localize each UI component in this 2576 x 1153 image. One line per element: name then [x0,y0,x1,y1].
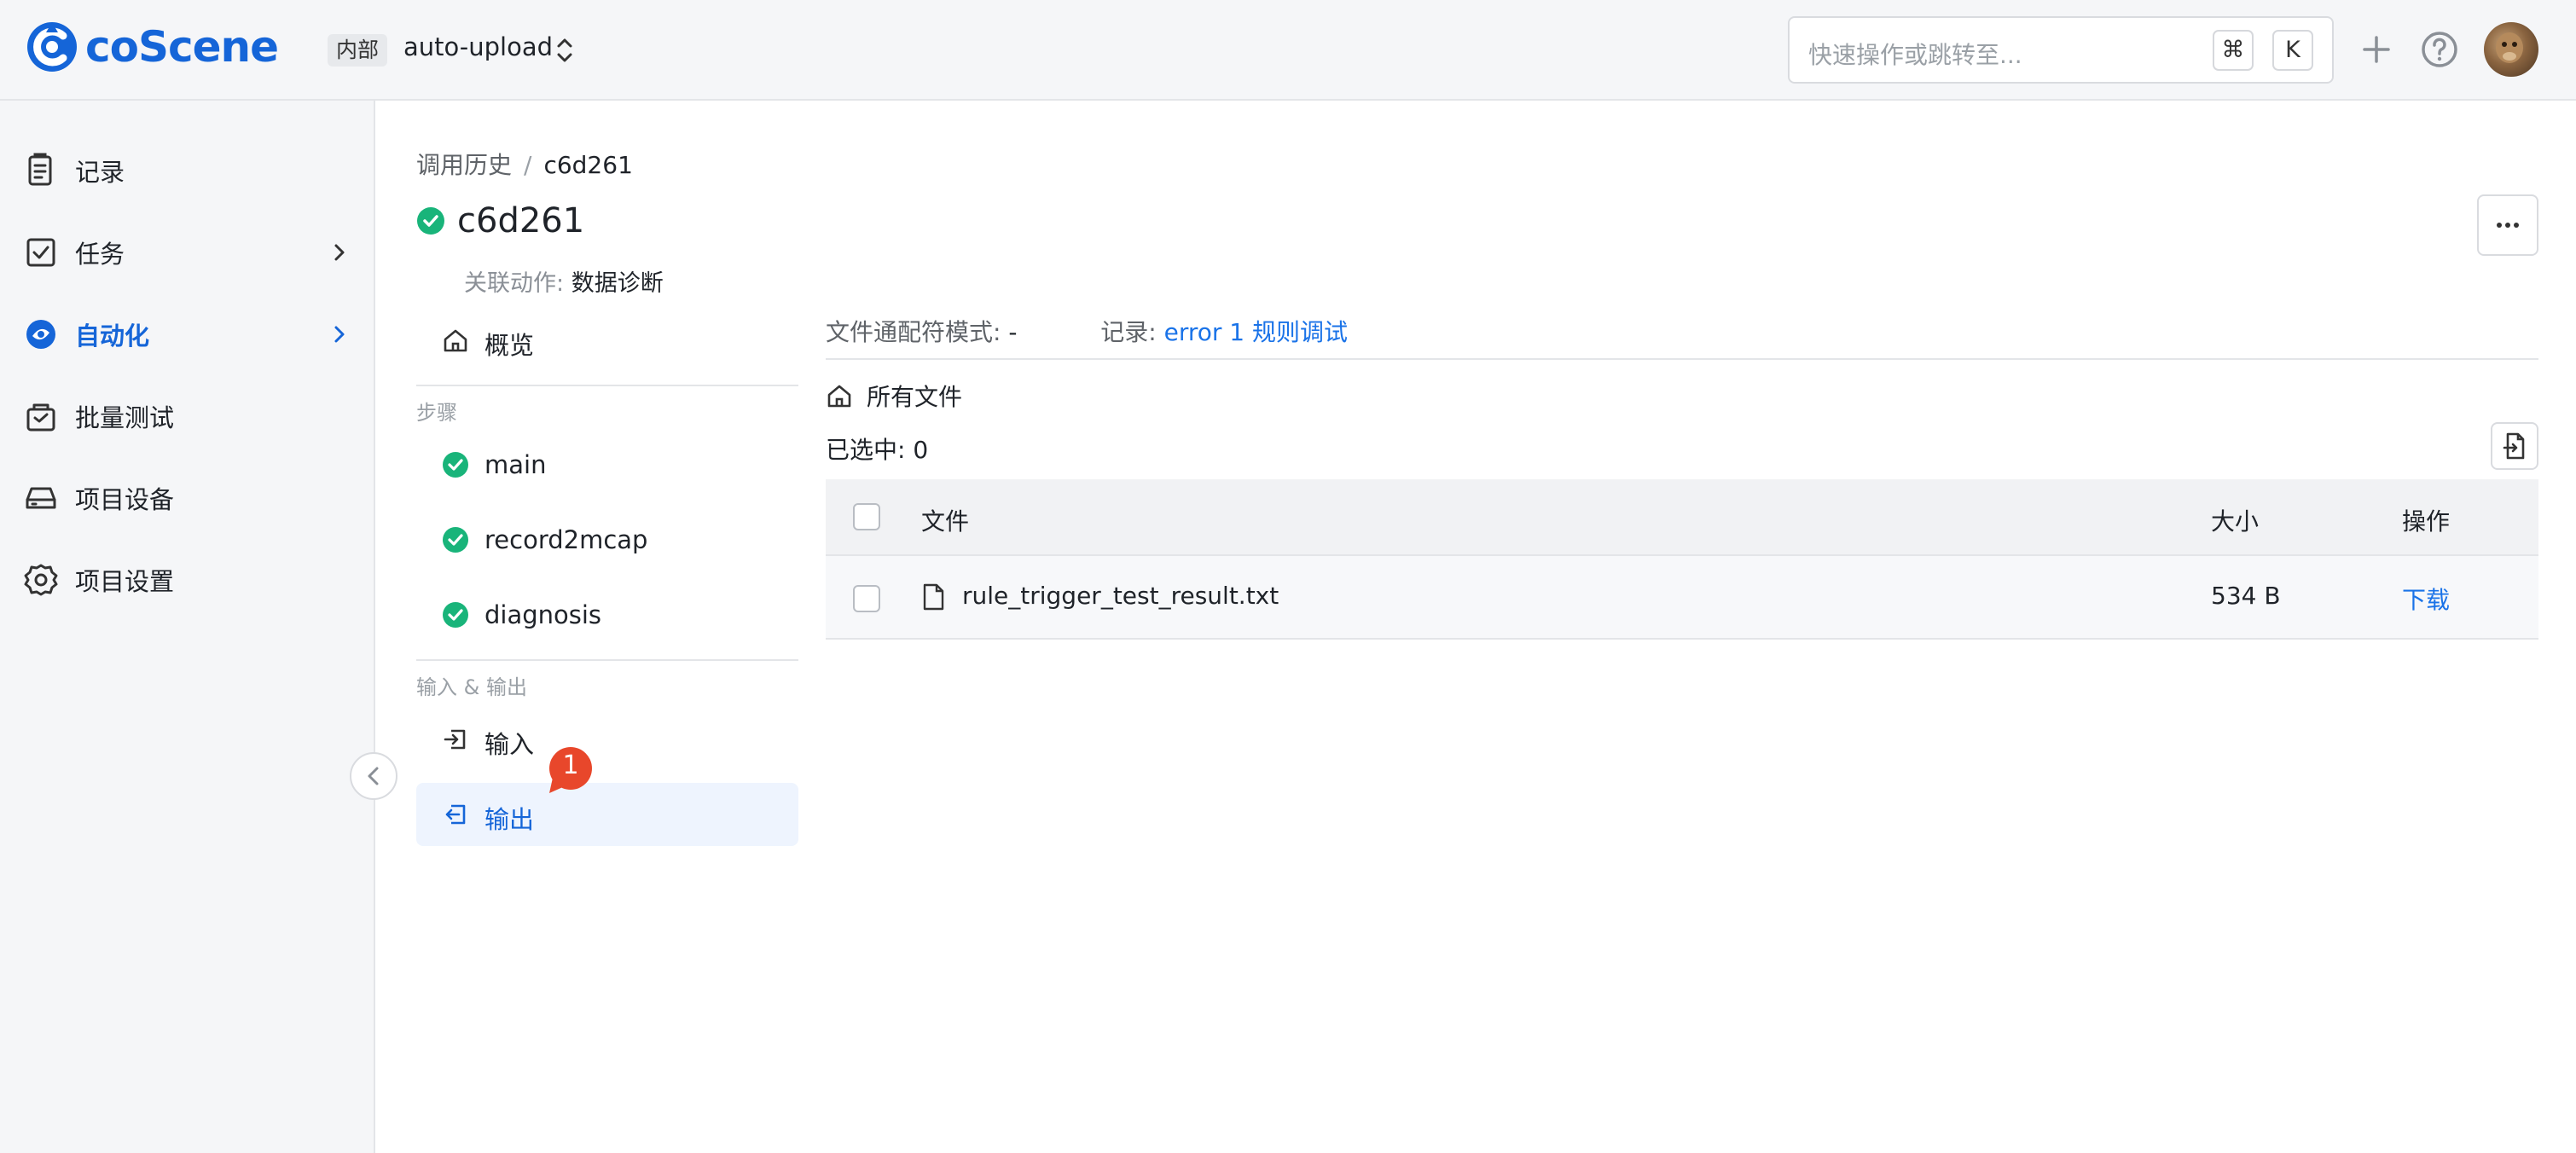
coscene-logo-icon [27,22,77,72]
ellipsis-icon [2497,223,2519,228]
success-check-icon [443,452,468,478]
batch-test-icon [26,403,55,432]
sidebar-item-tasks[interactable]: 任务 [0,218,374,287]
brand-name: coScene [85,22,279,72]
export-file-button[interactable] [2491,422,2538,470]
column-header-file[interactable]: 文件 [921,503,969,537]
related-action-value[interactable]: 数据诊断 [571,270,664,297]
step-output[interactable]: 输出 [416,783,798,846]
input-icon [444,729,466,750]
page-title: c6d261 [457,201,585,240]
step-input[interactable]: 输入 [416,708,798,771]
chevron-up-down-icon[interactable] [554,36,575,65]
step-label: main [484,450,547,479]
select-all-checkbox[interactable] [853,503,880,530]
sidebar-item-label: 项目设备 [75,485,175,514]
top-bar: coScene 内部 auto-upload 快速操作或跳转至... ⌘ K [0,0,2576,101]
sidebar: 记录 任务 自动化 批量测试 项目设备 项目设置 [0,101,375,1153]
search-placeholder: 快速操作或跳转至... [1808,41,2022,69]
device-icon [26,487,56,509]
settings-icon [24,564,58,596]
sidebar-item-label: 批量测试 [75,403,175,432]
success-check-icon [417,207,444,235]
sidebar-item-label: 记录 [75,158,125,187]
step-overview-label: 概览 [484,331,535,360]
breadcrumb-parent-link[interactable]: 调用历史 [416,151,512,179]
record-label: 记录: [1100,318,1157,346]
file-size: 534 B [2211,582,2281,610]
all-files-label: 所有文件 [867,383,963,411]
output-meta: 文件通配符模式: - 记录: error 1 规则调试 [826,314,1348,348]
sidebar-item-records[interactable]: 记录 [0,136,374,205]
sidebar-item-devices[interactable]: 项目设备 [0,464,374,532]
shortcut-k-key: K [2272,30,2313,71]
step-item-main[interactable]: main [416,433,798,496]
file-name[interactable]: rule_trigger_test_result.txt [962,582,1279,610]
pattern-label: 文件通配符模式: [826,318,1001,346]
records-icon [28,153,52,186]
sidebar-item-label: 任务 [75,240,125,269]
org-badge: 内部 [328,34,388,67]
step-input-label: 输入 [484,730,535,759]
project-name[interactable]: auto-upload [403,32,553,61]
marker-number: 1 [562,750,579,780]
sidebar-collapse-button[interactable] [350,752,397,800]
success-check-icon [443,602,468,628]
chevron-left-icon [368,767,379,785]
row-checkbox[interactable] [853,585,880,612]
plus-icon[interactable] [2354,27,2399,72]
panel-divider [416,659,798,661]
shortcut-cmd-key: ⌘ [2213,30,2254,71]
content-divider [826,358,2538,360]
panel-divider [416,385,798,386]
file-export-icon [2503,432,2525,460]
breadcrumb-separator: / [524,151,532,179]
pattern-value: - [1008,318,1018,346]
io-section-label: 输入 & 输出 [416,675,527,699]
step-item-diagnosis[interactable]: diagnosis [416,583,798,646]
chevron-right-icon [334,326,345,343]
related-action-label: 关联动作: [464,270,565,297]
help-icon[interactable] [2417,27,2462,72]
success-check-icon [443,527,468,553]
step-label: diagnosis [484,600,602,629]
step-item-record2mcap[interactable]: record2mcap [416,508,798,571]
sidebar-item-label: 自动化 [75,322,150,351]
annotation-marker-1: 1 [546,744,595,793]
chevron-right-icon [334,244,345,261]
download-link[interactable]: 下载 [2402,582,2450,616]
home-icon [444,329,467,352]
table-row[interactable]: rule_trigger_test_result.txt 534 B 下载 [826,556,2538,640]
step-label: record2mcap [484,525,648,554]
all-files-breadcrumb[interactable]: 所有文件 [826,379,962,413]
brand-logo[interactable]: coScene [26,20,279,73]
table-header: 文件 大小 操作 [826,479,2538,556]
record-link[interactable]: error 1 规则调试 [1164,318,1348,346]
sidebar-item-settings[interactable]: 项目设置 [0,546,374,614]
avatar-image [2496,32,2523,63]
breadcrumb: 调用历史 / c6d261 [416,147,633,181]
sidebar-item-label: 项目设置 [75,567,175,596]
step-output-label: 输出 [484,805,535,834]
more-actions-button[interactable] [2477,194,2538,256]
steps-section-label: 步骤 [416,401,457,425]
user-avatar[interactable] [2484,22,2538,77]
related-action: 关联动作: 数据诊断 [464,264,664,298]
sidebar-item-batch-test[interactable]: 批量测试 [0,382,374,450]
home-icon [827,385,851,408]
output-icon [445,804,466,825]
sidebar-item-automation[interactable]: 自动化 [0,300,374,368]
automation-icon [26,320,55,349]
column-header-actions: 操作 [2402,507,2451,536]
step-overview[interactable]: 概览 [416,309,798,372]
selected-count: 已选中: 0 [826,436,929,464]
file-icon [923,583,944,611]
page-title-row: c6d261 [416,201,584,240]
breadcrumb-current: c6d261 [543,151,633,179]
column-header-size[interactable]: 大小 [2211,503,2259,537]
quick-search-input[interactable]: 快速操作或跳转至... ⌘ K [1788,16,2334,84]
tasks-icon [26,238,55,267]
